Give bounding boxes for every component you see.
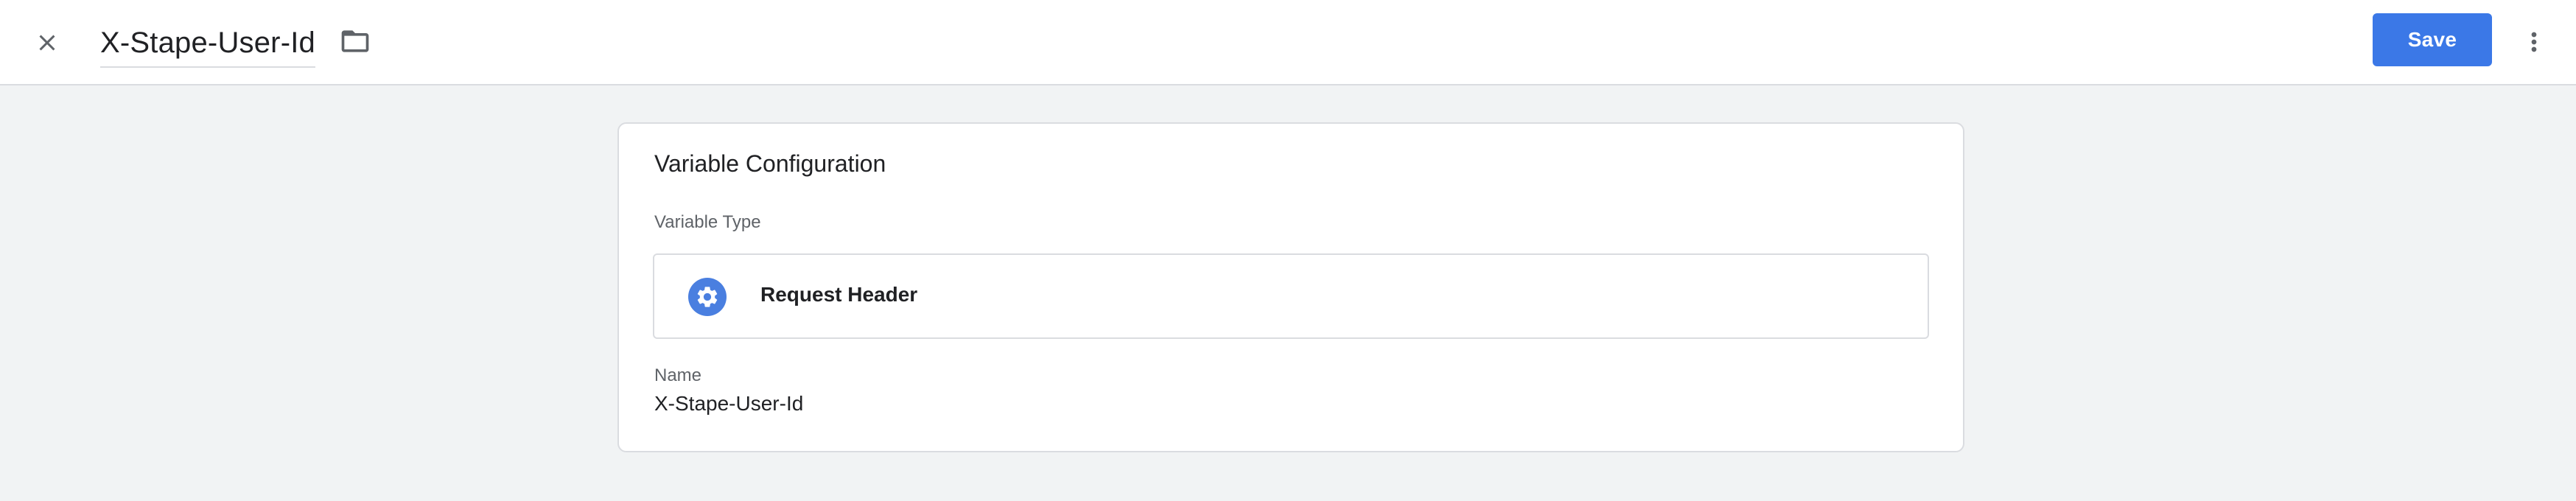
variable-title-field[interactable]: X-Stape-User-Id	[100, 19, 315, 68]
more-options-button[interactable]	[2513, 21, 2555, 63]
variable-type-label: Variable Type	[654, 212, 761, 232]
page-title: X-Stape-User-Id	[100, 26, 315, 59]
close-icon	[39, 35, 55, 51]
save-button[interactable]: Save	[2373, 13, 2492, 66]
variable-configuration-card: Variable Configuration Variable Type Req…	[617, 122, 1964, 452]
more-vert-icon	[2531, 32, 2537, 52]
gear-icon	[688, 278, 727, 316]
folder-button[interactable]	[335, 21, 376, 62]
variable-type-name: Request Header	[760, 283, 918, 306]
name-label: Name	[654, 365, 702, 385]
folder-icon	[341, 30, 369, 52]
name-value: X-Stape-User-Id	[654, 392, 804, 415]
close-button[interactable]	[25, 21, 69, 65]
top-bar: X-Stape-User-Id Save	[0, 0, 2576, 85]
variable-type-selector[interactable]: Request Header	[653, 253, 1929, 339]
card-title: Variable Configuration	[654, 150, 886, 177]
